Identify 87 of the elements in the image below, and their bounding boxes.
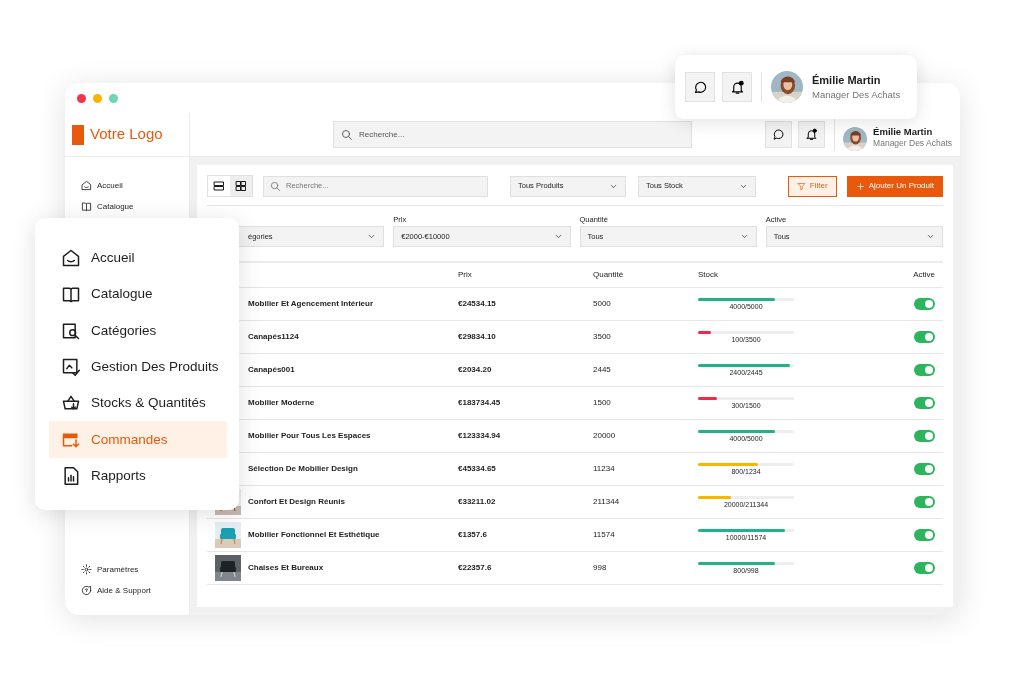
sidebar-item[interactable]: Catalogue xyxy=(65,196,189,217)
user-name: Émilie Martin xyxy=(873,127,934,137)
search-icon xyxy=(270,180,281,192)
toggle-switch[interactable] xyxy=(914,397,935,409)
chat-button[interactable] xyxy=(765,121,793,148)
quantity-cell-text: 5000 xyxy=(593,298,612,310)
toggle-switch[interactable] xyxy=(914,430,935,442)
user-role: Manager Des Achats xyxy=(873,136,952,150)
product-name: Chaises Et Bureaux xyxy=(248,562,324,574)
search-field[interactable]: Recherche... xyxy=(333,121,692,148)
menu-item[interactable]: Catégories xyxy=(49,312,227,349)
help-icon xyxy=(81,585,92,596)
sidebar-item[interactable]: Paramètres xyxy=(65,559,189,580)
chevron-icon xyxy=(739,232,749,241)
home-icon xyxy=(61,248,81,269)
product-name: Sélection De Mobilier Design xyxy=(248,463,358,475)
toggle-switch[interactable] xyxy=(914,463,935,475)
list-view-icon xyxy=(213,180,225,192)
grid-view-icon xyxy=(235,180,247,192)
add-product-button[interactable]: Ajouter Un Produit xyxy=(846,175,943,197)
price-cell-text: €22357.6 xyxy=(458,562,493,574)
checked-image-icon xyxy=(61,357,81,378)
sidebar-item[interactable]: Accueil xyxy=(65,175,189,196)
product-name: Canapés1124 xyxy=(248,331,299,343)
product-name: Mobilier Pour Tous Les Espaces xyxy=(248,430,371,442)
column-header: Active xyxy=(913,269,935,281)
chat-icon xyxy=(772,128,786,141)
bell-icon xyxy=(729,79,745,95)
notification-button[interactable] xyxy=(722,72,752,102)
book-icon xyxy=(81,201,92,212)
toggle-switch[interactable] xyxy=(914,496,935,508)
price-cell-text: €1357.6 xyxy=(458,529,488,541)
price-cell-text: €29834.10 xyxy=(458,331,497,343)
notification-button[interactable] xyxy=(798,121,826,148)
search-icon xyxy=(341,128,353,141)
quantity-cell-text: 2445 xyxy=(593,364,612,376)
settings-icon xyxy=(81,564,92,575)
bell-icon xyxy=(805,128,819,141)
quantity-cell-text: 11234 xyxy=(593,463,616,475)
quantity-cell-text: 998 xyxy=(593,562,608,574)
column-header: Stock xyxy=(698,269,719,281)
user-name: Émilie Martin xyxy=(812,72,882,88)
maximize-dot[interactable] xyxy=(109,93,118,103)
toggle-switch[interactable] xyxy=(914,529,935,541)
price-cell-text: €45334.65 xyxy=(458,463,497,475)
price-cell-text: €24534.15 xyxy=(458,298,497,310)
book-icon xyxy=(61,284,81,305)
quantity-cell-text: 11574 xyxy=(593,529,616,541)
product-name: Confort Et Design Réunis xyxy=(248,496,345,508)
user-role: Manager Des Achats xyxy=(812,88,901,103)
home-icon xyxy=(81,180,92,191)
close-dot[interactable] xyxy=(77,93,86,103)
minimize-dot[interactable] xyxy=(93,93,102,103)
report-icon xyxy=(61,465,81,486)
product-name: Mobilier Et Agencement Intérieur xyxy=(248,298,374,310)
price-cell-text: €33211.02 xyxy=(458,496,497,508)
grid-view-button[interactable] xyxy=(230,176,252,196)
toggle-switch[interactable] xyxy=(914,364,935,376)
toggle-switch[interactable] xyxy=(914,562,935,574)
product-name: Mobilier Fonctionnel Et Esthétique xyxy=(248,529,380,541)
quantity-cell-text: 3500 xyxy=(593,331,612,343)
logo-mark xyxy=(72,124,84,145)
menu-item[interactable]: Gestion Des Produits xyxy=(49,348,227,386)
toggle-switch[interactable] xyxy=(914,298,935,310)
chevron-icon xyxy=(553,232,563,241)
column-header: Quantité xyxy=(593,269,625,281)
chat-button[interactable] xyxy=(685,72,715,102)
toggle-switch[interactable] xyxy=(914,331,935,343)
chat-icon xyxy=(692,79,708,95)
product-name: Mobilier Moderne xyxy=(248,397,315,409)
quantity-cell-text: 211344 xyxy=(593,496,621,508)
price-cell-text: €183734.45 xyxy=(458,397,502,409)
chevron-icon xyxy=(926,232,935,241)
quantity-cell-text: 1500 xyxy=(593,397,612,409)
menu-item[interactable]: Catalogue xyxy=(49,276,227,313)
quantity-cell-text: 20000 xyxy=(593,430,617,442)
product-name: Canapés001 xyxy=(248,364,295,376)
column-header: Prix xyxy=(458,269,473,281)
chevron-icon xyxy=(367,232,377,241)
logo-text: Votre Logo xyxy=(90,124,163,145)
menu-item[interactable]: Rapports xyxy=(49,457,227,495)
menu-item[interactable]: Stocks & Quantités xyxy=(49,385,227,422)
plus-icon xyxy=(855,181,865,191)
filter-icon xyxy=(796,181,806,191)
price-cell-text: €123334.94 xyxy=(458,430,502,442)
sidebar-item[interactable]: Aide & Support xyxy=(65,580,189,601)
price-cell-text: €2034.20 xyxy=(458,364,493,376)
